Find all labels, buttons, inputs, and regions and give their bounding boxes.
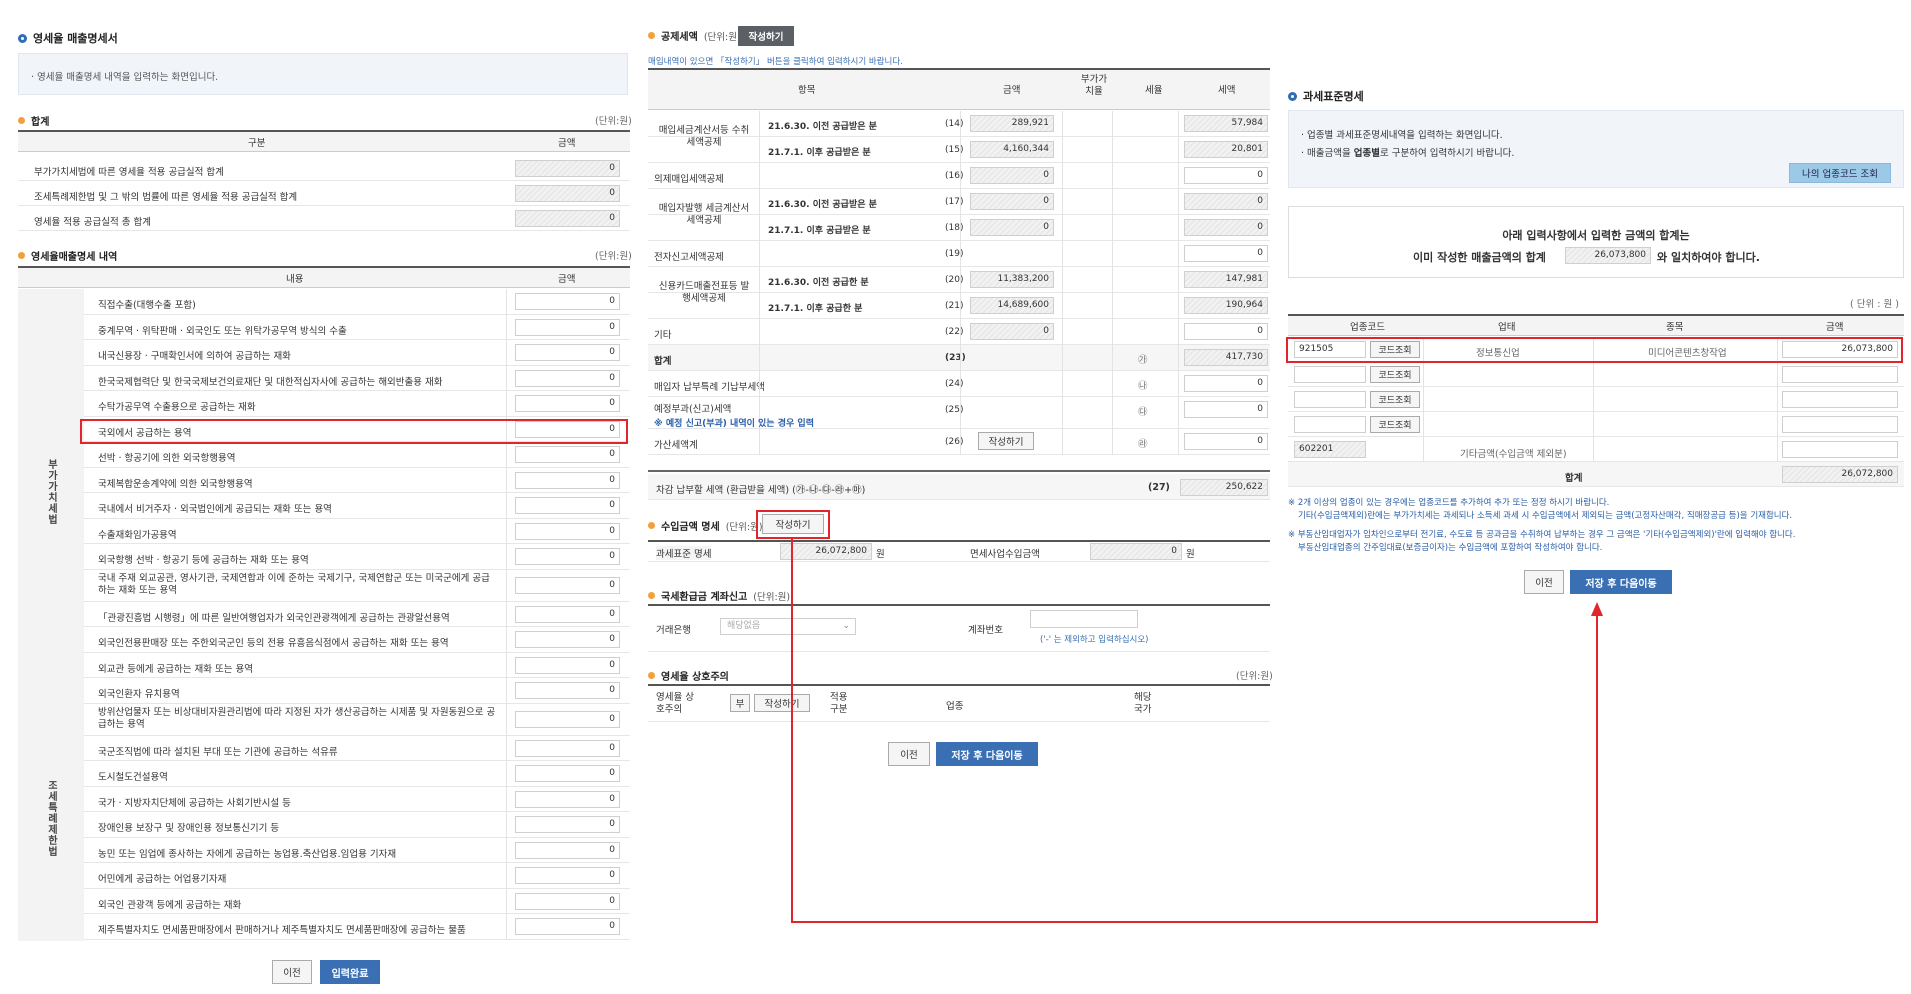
connector-arrow	[791, 539, 1603, 923]
